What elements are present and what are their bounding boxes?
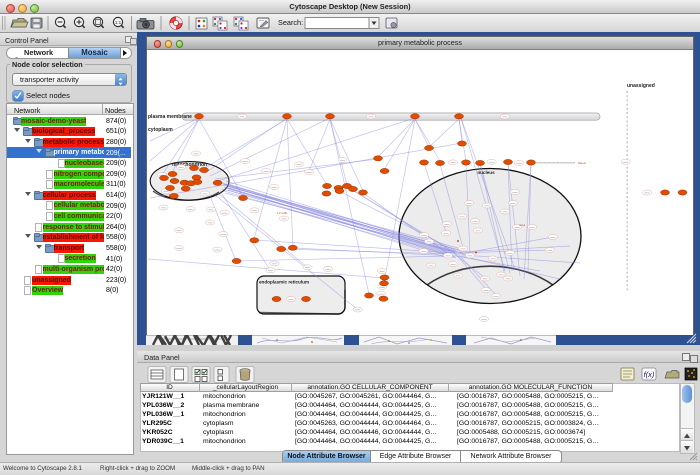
svg-text:Site-af: Site-af <box>578 161 586 165</box>
svg-text:unassigned: unassigned <box>627 83 655 89</box>
svg-text:f(x): f(x) <box>644 370 655 379</box>
svg-text:xxxxxxxxxxxxxxxxxxxxxxxxxxxxxx: xxxxxxxxxxxxxxxxxxxxxxxxxxxxxx <box>536 162 576 165</box>
svg-text:1:1: 1:1 <box>115 20 122 25</box>
svg-text:1.2.1 rRL: 1.2.1 rRL <box>277 211 288 215</box>
svg-text:rmt-a: rmt-a <box>519 223 526 227</box>
svg-text:cytoplasm: cytoplasm <box>148 127 173 133</box>
svg-text:Search:: Search: <box>278 18 303 27</box>
svg-text:nucleus: nucleus <box>477 170 495 175</box>
svg-text:plasma membrane: plasma membrane <box>148 114 192 120</box>
svg-text:endoplasmic reticulum: endoplasmic reticulum <box>259 280 309 285</box>
